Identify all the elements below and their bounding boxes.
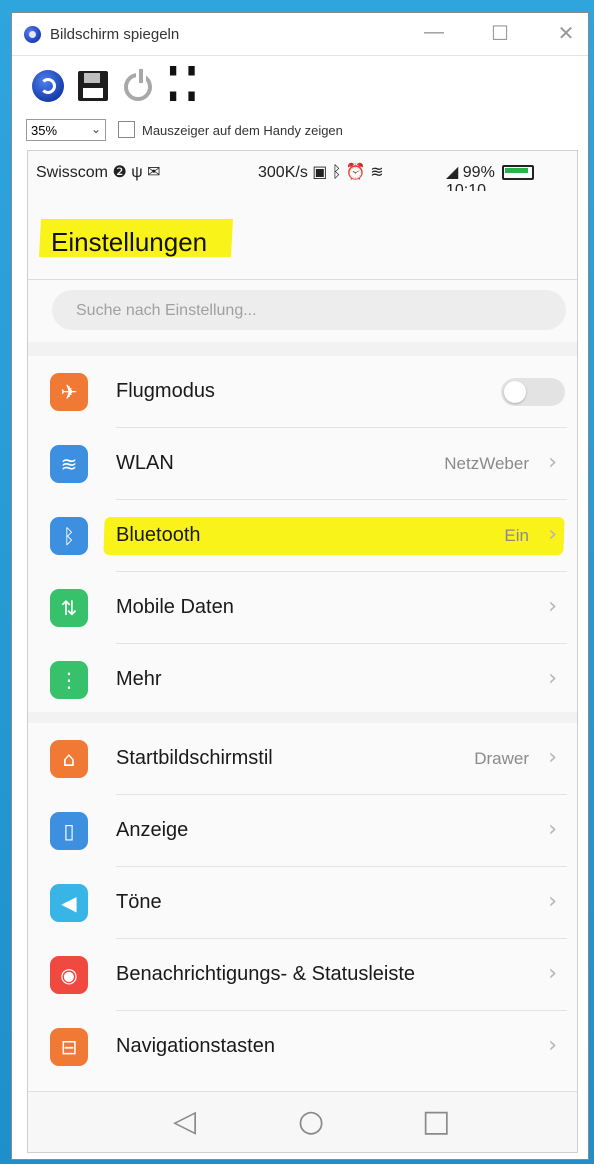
chevron-right-icon: ›	[548, 522, 557, 547]
more-icon: ⋮	[50, 661, 88, 699]
power-icon[interactable]	[120, 67, 156, 105]
settings-item-mehr[interactable]: ⋮ Mehr ›	[28, 644, 577, 716]
settings-item-label: Flugmodus	[116, 380, 215, 402]
settings-item-label: Mehr	[116, 668, 162, 690]
page-title: Einstellungen	[51, 227, 208, 257]
settings-item-bluetooth[interactable]: ᛒ Bluetooth Ein ›	[28, 500, 577, 572]
settings-group-connectivity: ✈ Flugmodus ≋ WLAN NetzWeber › ᛒ Bluetoo…	[28, 356, 577, 712]
chevron-right-icon: ›	[548, 450, 557, 475]
settings-item-label: Töne	[116, 891, 162, 913]
display-icon: ▯	[50, 812, 88, 850]
fullscreen-icon[interactable]: ▘▝ ▖▗	[168, 67, 204, 105]
navigation-bar: ◁ ○ □	[28, 1091, 577, 1152]
chevron-down-icon: ⌄	[90, 122, 101, 136]
settings-header: Einstellungen	[28, 191, 577, 280]
search-placeholder: Suche nach Einstellung...	[76, 302, 257, 319]
bluetooth-icon: ᛒ	[331, 164, 342, 181]
mouse-pointer-label: Mauszeiger auf dem Handy zeigen	[142, 123, 343, 138]
wifi-icon: ≋	[370, 164, 384, 181]
cast-icon: ▣	[312, 164, 328, 181]
settings-item-label: Anzeige	[116, 819, 189, 841]
settings-item-value: NetzWeber	[444, 454, 529, 473]
settings-item-flugmodus[interactable]: ✈ Flugmodus	[28, 356, 577, 428]
phone-screen: Swisscom ❷ ψ ✉ 300K/s ▣ ᛒ ⏰ ≋ ◢ 99% 10:1…	[27, 150, 578, 1153]
mail-icon: ✉	[147, 164, 161, 181]
alarm-icon: ⏰	[345, 164, 366, 181]
status-bar: Swisscom ❷ ψ ✉ 300K/s ▣ ᛒ ⏰ ≋ ◢ 99% 10:1…	[28, 151, 577, 199]
bell-icon: ◉	[50, 956, 88, 994]
carrier-name: Swisscom	[36, 164, 109, 181]
app-window: Bildschirm spiegeln — ☐ ✕ ▘▝ ▖▗ 35% ⌄ Mau…	[11, 12, 589, 1160]
home-button-icon[interactable]: ○	[298, 1104, 324, 1139]
zoom-select[interactable]: 35% ⌄	[26, 119, 106, 141]
chevron-right-icon: ›	[548, 666, 557, 691]
back-icon[interactable]: ◁	[173, 1104, 196, 1139]
sync-icon: ❷	[112, 164, 127, 181]
settings-item-navigationstasten[interactable]: ⊟ Navigationstasten ›	[28, 1011, 577, 1083]
battery-icon	[502, 165, 535, 181]
search-input[interactable]: Suche nach Einstellung...	[52, 290, 566, 330]
settings-item-anzeige[interactable]: ▯ Anzeige ›	[28, 795, 577, 867]
mobile-data-icon: ⇅	[50, 589, 88, 627]
settings-item-label: Startbildschirmstil	[116, 747, 273, 769]
title-bar: Bildschirm spiegeln — ☐ ✕	[12, 13, 588, 56]
zoom-value: 35%	[31, 123, 58, 138]
settings-group-device: ⌂ Startbildschirmstil Drawer › ▯ Anzeige…	[28, 723, 577, 1093]
airplane-icon: ✈	[50, 373, 88, 411]
settings-item-label: Mobile Daten	[116, 596, 234, 618]
bluetooth-icon: ᛒ	[50, 517, 88, 555]
settings-item-label: Benachrichtigungs- & Statusleiste	[116, 963, 416, 985]
chevron-right-icon: ›	[548, 889, 557, 914]
settings-item-label: WLAN	[116, 452, 174, 474]
settings-item-startbildschirmstil[interactable]: ⌂ Startbildschirmstil Drawer ›	[28, 723, 577, 795]
battery-percent: 99%	[462, 164, 495, 181]
navigation-icon: ⊟	[50, 1028, 88, 1066]
close-button[interactable]: ✕	[546, 21, 586, 46]
maximize-button[interactable]: ☐	[480, 21, 520, 46]
chevron-right-icon: ›	[548, 745, 557, 770]
settings-item-mobile-daten[interactable]: ⇅ Mobile Daten ›	[28, 572, 577, 644]
home-icon: ⌂	[50, 740, 88, 778]
settings-item-label: Bluetooth	[116, 524, 201, 546]
wifi-icon: ≋	[50, 445, 88, 483]
save-icon[interactable]	[76, 67, 112, 105]
window-title: Bildschirm spiegeln	[50, 26, 180, 43]
settings-item-label: Navigationstasten	[116, 1035, 275, 1057]
usb-icon: ψ	[131, 164, 143, 181]
settings-item-benachrichtigungen[interactable]: ◉ Benachrichtigungs- & Statusleiste ›	[28, 939, 577, 1011]
sound-icon: ◀	[50, 884, 88, 922]
recent-apps-icon[interactable]: □	[422, 1104, 450, 1139]
settings-item-wlan[interactable]: ≋ WLAN NetzWeber ›	[28, 428, 577, 500]
app-logo-icon	[24, 26, 41, 43]
settings-item-value: Drawer	[474, 749, 529, 768]
settings-item-value: Ein	[504, 526, 529, 545]
airplane-mode-toggle[interactable]	[501, 378, 565, 406]
chevron-right-icon: ›	[548, 817, 557, 842]
settings-item-toene[interactable]: ◀ Töne ›	[28, 867, 577, 939]
network-speed: 300K/s	[258, 164, 308, 181]
signal-icon: ◢	[446, 164, 459, 181]
refresh-icon[interactable]	[30, 67, 66, 105]
minimize-button[interactable]: —	[414, 21, 454, 44]
chevron-right-icon: ›	[548, 961, 557, 986]
mouse-pointer-checkbox[interactable]	[118, 121, 135, 138]
chevron-right-icon: ›	[548, 594, 557, 619]
chevron-right-icon: ›	[548, 1033, 557, 1058]
search-area: Suche nach Einstellung...	[28, 280, 577, 342]
